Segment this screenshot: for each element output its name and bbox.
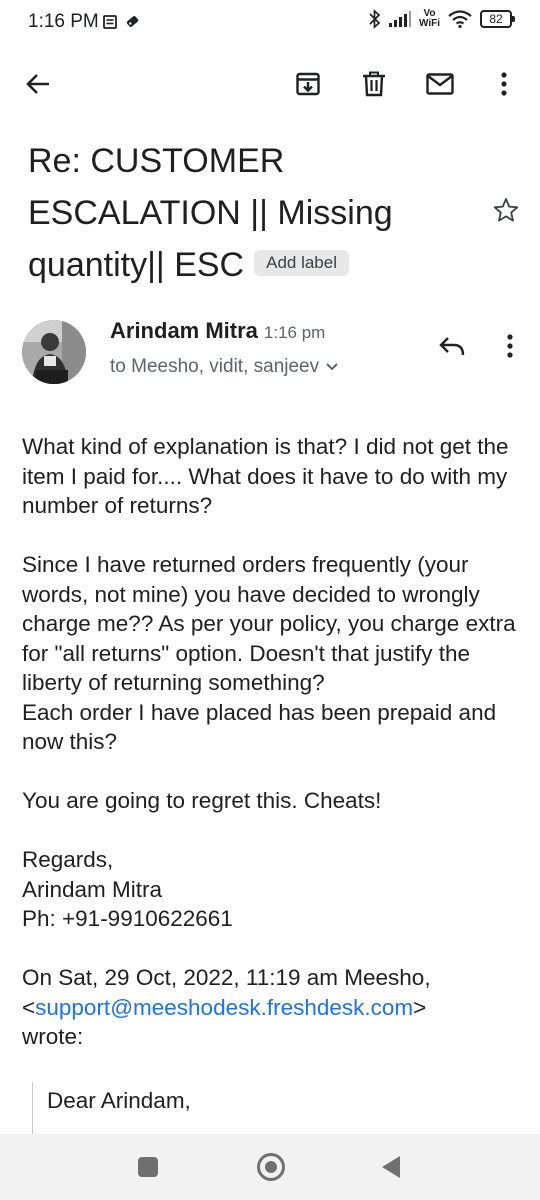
back-arrow-icon (26, 74, 49, 94)
status-bar: 1:16 PM Vo WiFi 82 (0, 0, 540, 48)
email-body: What kind of explanation is that? I did … (22, 432, 522, 1052)
subject-area: Re: CUSTOMER ESCALATION || Missing quant… (28, 135, 478, 291)
system-back-button[interactable] (382, 1156, 400, 1178)
star-button[interactable] (486, 190, 526, 230)
sent-time: 1:16 pm (263, 323, 326, 342)
body-paragraph-1: What kind of explanation is that? I did … (22, 434, 509, 518)
reply-icon (439, 337, 465, 356)
signal-icon (388, 11, 411, 27)
mail-icon (426, 73, 454, 95)
battery-indicator: 82 (480, 10, 515, 28)
message-more-button[interactable] (490, 326, 530, 366)
vowifi-wifi-label: WiFi (418, 18, 440, 29)
vowifi-indicator: Vo WiFi (419, 9, 440, 29)
sender-name: Arindam Mitra (110, 318, 258, 343)
signature-regards: Regards, (22, 847, 114, 872)
quoted-message: Dear Arindam, (32, 1082, 513, 1142)
signature-phone: Ph: +91-9910622661 (22, 906, 233, 931)
archive-button[interactable] (288, 64, 328, 104)
more-options-button[interactable] (484, 64, 524, 104)
body-paragraph-2: Since I have returned orders frequently … (22, 552, 516, 695)
recents-button[interactable] (138, 1157, 158, 1177)
tag-notification-icon (126, 16, 139, 27)
delete-icon (363, 71, 385, 97)
wifi-icon (448, 10, 472, 28)
chevron-down-icon (326, 363, 338, 371)
add-label-chip[interactable]: Add label (254, 250, 349, 276)
quote-header-suffix: > (413, 994, 427, 1020)
signature-name: Arindam Mitra (22, 876, 163, 902)
bluetooth-icon (369, 9, 381, 29)
back-button[interactable] (18, 64, 58, 104)
more-vert-icon (501, 72, 507, 96)
sender-avatar[interactable] (22, 320, 86, 384)
system-nav-bar (0, 1134, 540, 1200)
app-bar (0, 56, 540, 112)
quoted-greeting: Dear Arindam, (47, 1088, 191, 1113)
archive-icon (296, 72, 320, 96)
sender-name-row[interactable]: Arindam Mitra 1:16 pm (110, 318, 325, 344)
quote-wrote: wrote: (22, 1024, 84, 1049)
reply-button[interactable] (432, 326, 472, 366)
support-email-link[interactable]: support@meeshodesk.freshdesk.com (35, 995, 413, 1020)
mark-unread-button[interactable] (420, 64, 460, 104)
delete-button[interactable] (354, 64, 394, 104)
status-right-icons: Vo WiFi 82 (369, 9, 515, 29)
star-icon (493, 198, 519, 222)
avatar-photo (22, 320, 86, 384)
recipients-text: to Meesho, vidit, sanjeev (110, 356, 320, 377)
body-paragraph-3: Each order I have placed has been prepai… (22, 699, 497, 755)
quote-header: On Sat, 29 Oct, 2022, 11:19 am Meesho, <… (22, 963, 522, 1022)
status-time: 1:16 PM (28, 11, 99, 32)
recipients-toggle[interactable]: to Meesho, vidit, sanjeev (110, 356, 339, 378)
home-button[interactable] (257, 1153, 285, 1181)
message-notification-icon (103, 14, 117, 29)
status-notification-icons (103, 14, 140, 29)
body-paragraph-4: You are going to regret this. Cheats! (22, 788, 382, 813)
more-vert-icon (507, 334, 513, 358)
